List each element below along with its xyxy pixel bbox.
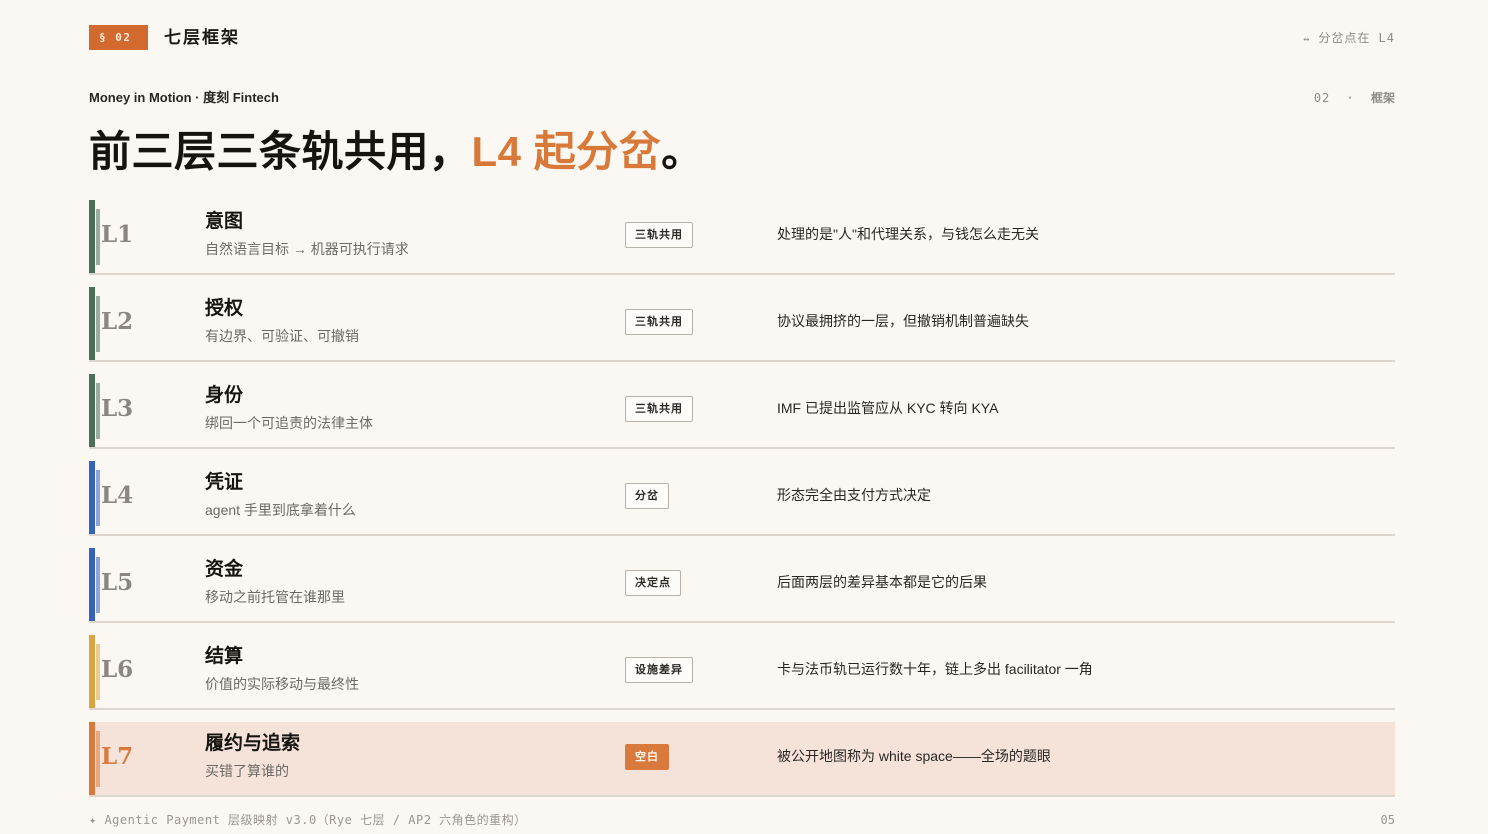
layer-stripe — [89, 548, 95, 621]
layer-stripe — [89, 635, 95, 708]
layer-name: 授权 — [205, 298, 244, 319]
layer-row-l2: L2 授权 有边界、可验证、可撤销 三轨共用 协议最拥挤的一层，但撤销机制普遍缺… — [89, 287, 1395, 362]
layer-id: L1 — [101, 221, 134, 248]
layer-id: L5 — [101, 569, 134, 596]
kicker: Money in Motion · 度刻 Fintech — [89, 90, 279, 105]
layer-name: 身份 — [205, 385, 244, 406]
page-ref-number: 02 — [1313, 91, 1331, 105]
nav-text: 分岔点在 L4 — [1318, 31, 1395, 45]
layer-note: 协议最拥挤的一层，但撤销机制普遍缺失 — [777, 313, 1029, 329]
page-ref: 02 · 框架 — [1314, 90, 1395, 106]
layer-note: 形态完全由支付方式决定 — [777, 487, 931, 503]
layer-desc: agent 手里到底拿着什么 — [205, 502, 356, 518]
headline-part2: 。 — [661, 128, 704, 175]
top-bar: § 02 七层框架 ↔ 分岔点在 L4 — [89, 25, 1395, 51]
layer-desc: 有边界、可验证、可撤销 — [205, 328, 359, 344]
layer-name: 凭证 — [205, 472, 244, 493]
layer-row-l6: L6 结算 价值的实际移动与最终性 设施差异 卡与法币轨已运行数十年，链上多出 … — [89, 635, 1395, 710]
layer-note: IMF 已提出监管应从 KYC 转向 KYA — [777, 400, 999, 416]
layer-desc: 买错了算谁的 — [205, 763, 289, 779]
layer-name: 意图 — [205, 211, 244, 232]
layer-desc: 绑回一个可追责的法律主体 — [205, 415, 373, 431]
layer-tag: 三轨共用 — [625, 222, 693, 248]
page-ref-label: 框架 — [1370, 91, 1395, 105]
layer-note: 处理的是"人"和代理关系，与钱怎么走无关 — [777, 226, 1039, 242]
page-ref-separator: · — [1346, 91, 1355, 105]
layer-id: L2 — [101, 308, 134, 335]
layer-id: L6 — [101, 656, 134, 683]
layer-note: 后面两层的差异基本都是它的后果 — [777, 574, 987, 590]
layer-stripe-inner — [96, 470, 100, 526]
layer-stripe — [89, 374, 95, 447]
layer-stripe — [89, 287, 95, 360]
layer-note: 卡与法币轨已运行数十年，链上多出 facilitator 一角 — [777, 661, 1093, 677]
layer-stripe — [89, 200, 95, 273]
layer-id: L7 — [101, 743, 134, 770]
layer-id: L4 — [101, 482, 134, 509]
layer-stripe-inner — [96, 383, 100, 439]
layer-tag: 三轨共用 — [625, 309, 693, 335]
layer-stripe — [89, 461, 95, 534]
layer-row-l7: L7 履约与追索 买错了算谁的 空白 被公开地图称为 white space——… — [89, 722, 1395, 797]
section-badge: § 02 — [89, 25, 148, 50]
layer-desc: 价值的实际移动与最终性 — [205, 676, 359, 692]
layer-tag: 设施差异 — [625, 657, 693, 683]
layer-row-l4: L4 凭证 agent 手里到底拿着什么 分岔 形态完全由支付方式决定 — [89, 461, 1395, 536]
section-title: 七层框架 — [164, 28, 240, 47]
footer-note: ✦ Agentic Payment 层级映射 v3.0（Rye 七层 / AP2… — [89, 813, 527, 827]
double-arrow-icon: ↔ — [1303, 34, 1311, 45]
layer-desc: 移动之前托管在谁那里 — [205, 589, 345, 605]
layer-name: 资金 — [205, 559, 244, 580]
headline-accent: L4 起分岔 — [471, 128, 662, 175]
layer-tag: 分岔 — [625, 483, 669, 509]
layer-row-l1: L1 意图 自然语言目标 → 机器可执行请求 三轨共用 处理的是"人"和代理关系… — [89, 200, 1395, 275]
headline-part1: 前三层三条轨共用， — [89, 128, 472, 175]
layer-stripe — [89, 722, 95, 795]
layer-tag: 空白 — [625, 744, 669, 770]
layer-stripe-inner — [96, 644, 100, 700]
layer-row-l3: L3 身份 绑回一个可追责的法律主体 三轨共用 IMF 已提出监管应从 KYC … — [89, 374, 1395, 449]
layer-note: 被公开地图称为 white space——全场的题眼 — [777, 748, 1051, 764]
layer-tag: 决定点 — [625, 570, 681, 596]
top-right-nav[interactable]: ↔ 分岔点在 L4 — [1303, 30, 1395, 48]
layer-stripe-inner — [96, 731, 100, 787]
layer-id: L3 — [101, 395, 134, 422]
layer-stripe-inner — [96, 209, 100, 265]
page-number: 05 — [1380, 813, 1395, 827]
layer-row-l5: L5 资金 移动之前托管在谁那里 决定点 后面两层的差异基本都是它的后果 — [89, 548, 1395, 623]
layer-name: 结算 — [205, 646, 244, 667]
layer-desc: 自然语言目标 → 机器可执行请求 — [205, 241, 409, 257]
layers-table: L1 意图 自然语言目标 → 机器可执行请求 三轨共用 处理的是"人"和代理关系… — [89, 200, 1395, 809]
page-title: 前三层三条轨共用，L4 起分岔。 — [89, 126, 704, 178]
layer-stripe-inner — [96, 296, 100, 352]
layer-tag: 三轨共用 — [625, 396, 693, 422]
layer-stripe-inner — [96, 557, 100, 613]
layer-name: 履约与追索 — [205, 733, 301, 754]
